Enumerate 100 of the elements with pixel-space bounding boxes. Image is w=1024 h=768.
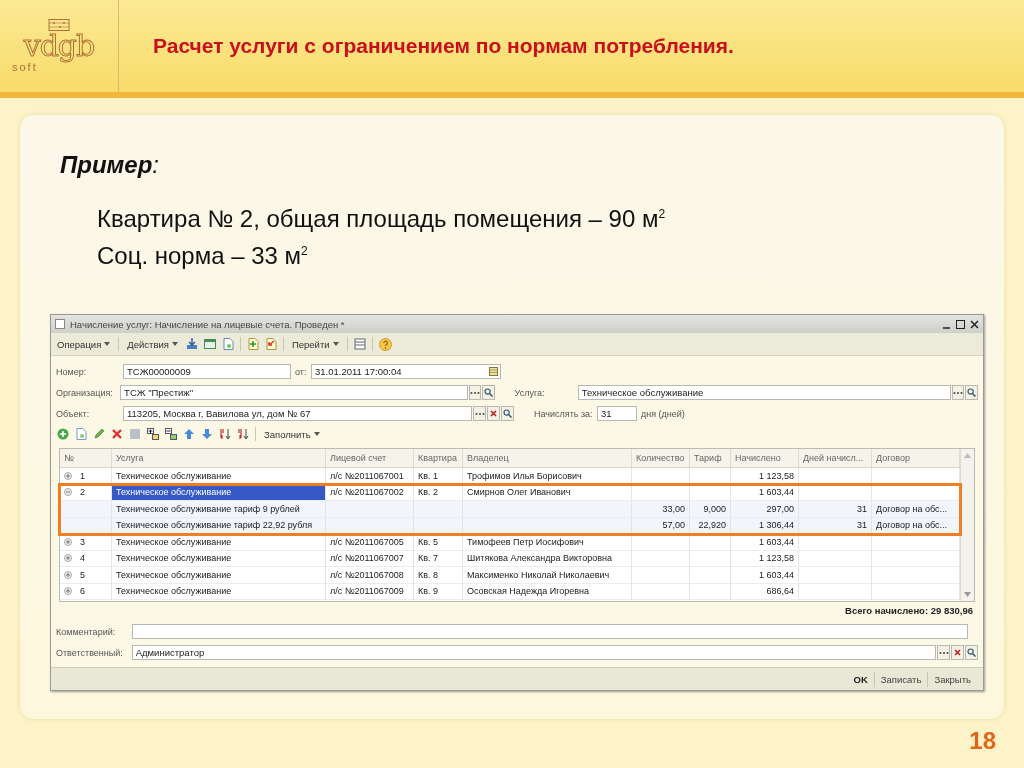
organization-field[interactable]: ТСЖ "Престиж" xyxy=(120,385,468,400)
window-icon[interactable] xyxy=(203,338,216,350)
table-row[interactable]: 5 Техническое обслуживание л/с №2011067008 Кв. 8 Максименко Николай Николаевич 1 603,44 xyxy=(60,567,960,584)
column-header[interactable]: Услуга xyxy=(112,449,326,467)
app-icon xyxy=(55,319,65,329)
ellipsis-icon xyxy=(474,411,485,416)
column-header[interactable]: Начислено xyxy=(731,449,799,467)
row-number: 6 xyxy=(80,586,85,597)
tree-icon[interactable] xyxy=(147,428,159,440)
caret-icon xyxy=(104,342,111,346)
table-row[interactable]: Техническое обслуживание тариф 22,92 рубля 57,00 22,920 1 306,44 31 Договор на обс... xyxy=(60,517,960,534)
select-button[interactable] xyxy=(951,385,965,400)
footer-button[interactable]: Закрыть xyxy=(927,671,977,687)
tree-icon[interactable] xyxy=(165,428,177,440)
up-arrow-icon[interactable] xyxy=(183,428,195,440)
column-header[interactable]: Квартира xyxy=(414,449,463,467)
page-number: 18 xyxy=(969,727,996,755)
table-row[interactable]: 3 Техническое обслуживание л/с №2011067005 Кв. 5 Тимофеев Петр Иосифович 1 603,44 xyxy=(60,534,960,551)
table-cell: Кв. 5 xyxy=(418,536,439,547)
clear-button[interactable] xyxy=(487,406,500,421)
page-icon[interactable] xyxy=(221,338,234,350)
search-icon xyxy=(967,388,977,397)
table-cell: Техническое обслуживание xyxy=(116,470,232,481)
clear-button[interactable] xyxy=(951,645,965,660)
sort-icon[interactable] xyxy=(219,428,231,440)
clear-icon xyxy=(490,410,497,417)
help-icon[interactable] xyxy=(378,337,392,351)
expand-icon[interactable] xyxy=(64,570,72,579)
scrollbar[interactable] xyxy=(960,449,974,601)
ellipsis-icon xyxy=(938,650,949,655)
menu-button[interactable]: Действия xyxy=(125,336,180,352)
tray-icon[interactable] xyxy=(185,338,198,350)
down-arrow-icon[interactable] xyxy=(201,428,213,440)
copy-icon[interactable] xyxy=(75,428,87,440)
row-number: 3 xyxy=(80,536,85,547)
maximize-icon[interactable] xyxy=(956,319,965,329)
column-header[interactable]: № xyxy=(60,449,112,467)
table-cell: 1 123,58 xyxy=(758,553,794,564)
expand-icon[interactable] xyxy=(64,471,72,480)
table-cell: Техническое обслуживание тариф 22,92 рубля xyxy=(116,520,313,531)
footer-button[interactable]: OK xyxy=(847,671,874,687)
search-button[interactable] xyxy=(501,406,514,421)
add-icon[interactable] xyxy=(57,428,69,440)
list-icon[interactable] xyxy=(353,338,366,350)
column-header[interactable]: Владелец xyxy=(463,449,632,467)
table-cell: 1 123,58 xyxy=(758,470,794,481)
table-row[interactable]: 4 Техническое обслуживание л/с №2011067007 Кв. 7 Шитякова Александра Викторовна 1 123,58 xyxy=(60,550,960,567)
delete-icon[interactable] xyxy=(111,428,123,440)
search-button[interactable] xyxy=(965,385,978,400)
table-cell: 1 603,44 xyxy=(758,487,794,498)
fill-menu-button[interactable]: Заполнить xyxy=(262,426,322,442)
table-row[interactable]: Техническое обслуживание тариф 9 рублей 33,00 9,000 297,00 31 Договор на обс... xyxy=(60,501,960,518)
expand-icon[interactable] xyxy=(64,537,72,546)
calendar-button[interactable] xyxy=(487,364,500,379)
column-header[interactable]: Лицевой счет xyxy=(326,449,414,467)
column-header[interactable]: Тариф xyxy=(690,449,731,467)
table-cell: 33,00 xyxy=(662,503,685,514)
scroll-down-icon[interactable] xyxy=(964,592,971,597)
menu-button[interactable]: Операция xyxy=(55,336,113,352)
example-text: Соц. норма – 33 м$^{2}$ xyxy=(97,241,309,271)
select-button[interactable] xyxy=(473,406,486,421)
comment-field[interactable] xyxy=(132,624,968,639)
responsible-field[interactable]: Администратор xyxy=(131,645,937,660)
table-row[interactable]: 1 Техническое обслуживание л/с №2011067001 Кв. 1 Трофимов Илья Борисович 1 123,58 xyxy=(60,468,960,485)
select-button[interactable] xyxy=(468,385,482,400)
days-field[interactable]: 31 xyxy=(597,406,637,421)
column-header[interactable]: Дней начисл... xyxy=(799,449,872,467)
object-field[interactable]: 113205, Москва г, Вавилова ул, дом № 67 xyxy=(123,406,472,421)
page-plus-icon[interactable] xyxy=(246,338,259,350)
table-cell: л/с №2011067009 xyxy=(330,586,404,597)
table-cell: 57,00 xyxy=(662,520,685,531)
date-field[interactable]: 31.01.2011 17:00:04 xyxy=(311,364,501,379)
field-label: Начислять за: xyxy=(534,408,594,419)
footer-button[interactable]: Записать xyxy=(873,671,928,687)
number-field[interactable]: ТСЖ00000009 xyxy=(123,364,291,379)
pencil-icon[interactable] xyxy=(93,428,105,440)
table-cell: Техническое обслуживание xyxy=(116,553,232,564)
table-cell: Тимофеев Петр Иосифович xyxy=(467,536,584,547)
page-arrow-icon[interactable] xyxy=(264,338,277,350)
service-field[interactable]: Техническое обслуживание xyxy=(577,385,951,400)
example-heading: Пример: xyxy=(60,151,160,179)
field-label: Ответственный: xyxy=(56,647,124,658)
sort-icon[interactable] xyxy=(237,428,249,440)
expand-icon[interactable] xyxy=(64,554,72,563)
close-icon[interactable] xyxy=(970,319,979,329)
table-row[interactable]: 6 Техническое обслуживание л/с №2011067009 Кв. 9 Осовская Надежда Игоревна 686,64 xyxy=(60,583,960,600)
column-header[interactable]: Количество xyxy=(632,449,690,467)
field-label: Комментарий: xyxy=(56,626,117,637)
table-cell: Договор на обс... xyxy=(876,503,948,514)
expand-icon[interactable] xyxy=(64,587,72,596)
search-button[interactable] xyxy=(482,385,495,400)
table-cell: 1 603,44 xyxy=(758,569,794,580)
menu-button[interactable]: Перейти xyxy=(289,336,341,352)
select-button[interactable] xyxy=(937,645,951,660)
days-unit: дня (дней) xyxy=(641,408,685,419)
ellipsis-icon xyxy=(469,390,480,395)
field-label: Организация: xyxy=(56,387,114,398)
table-cell: Кв. 1 xyxy=(418,470,439,481)
field-label: от: xyxy=(295,366,308,377)
search-button[interactable] xyxy=(965,645,978,660)
